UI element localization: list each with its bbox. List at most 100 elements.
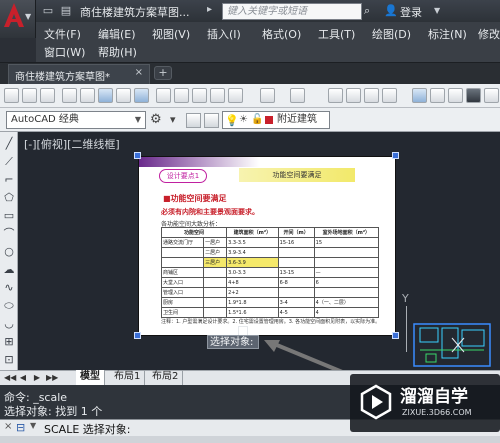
spline-icon[interactable]: ∿	[2, 281, 16, 295]
zoom-realtime-icon[interactable]	[346, 88, 361, 103]
menu-file[interactable]: 文件(F)	[44, 26, 81, 42]
watermark: 溜溜自学 ZIXUE.3D66.COM	[350, 374, 500, 432]
menu-modify[interactable]: 修改	[478, 26, 500, 42]
layer-select[interactable]: 💡 ☀ 🔓 附近建筑	[222, 111, 330, 129]
properties-icon[interactable]	[412, 88, 427, 103]
login-dropdown-icon[interactable]: ▼	[434, 6, 442, 16]
block-editor-icon[interactable]	[228, 88, 243, 103]
markup-icon[interactable]	[484, 88, 499, 103]
grip-handle[interactable]	[134, 332, 141, 339]
menu-tools[interactable]: 工具(T)	[318, 26, 355, 42]
open-file-icon[interactable]: ▤	[58, 3, 74, 19]
ellipse-arc-icon[interactable]: ◡	[2, 317, 16, 331]
watermark-url: ZIXUE.3D66.COM	[402, 408, 472, 417]
new-file-icon[interactable]: ▭	[40, 3, 56, 19]
menu-view[interactable]: 视图(V)	[152, 26, 190, 42]
workspace-select-value: AutoCAD 经典	[11, 114, 79, 125]
layer-properties-icon[interactable]	[186, 113, 201, 128]
application-menu-button[interactable]: ▼	[0, 0, 36, 38]
table-row: 二居户 3.9-3.4	[160, 247, 380, 258]
polygon-icon[interactable]: ⬠	[2, 191, 16, 205]
menu-format[interactable]: 格式(O)	[262, 26, 301, 42]
pan-icon[interactable]	[328, 88, 343, 103]
gear-icon[interactable]: ⚙	[150, 112, 166, 128]
grip-handle[interactable]	[392, 152, 399, 159]
menu-help[interactable]: 帮助(H)	[98, 44, 137, 60]
next-layout-icon[interactable]: ▶	[32, 372, 42, 383]
search-icon[interactable]: ⌕	[364, 4, 378, 18]
layer-color-swatch	[265, 116, 273, 124]
floor-plan-drawing[interactable]	[412, 318, 494, 370]
first-layout-icon[interactable]: ◀◀	[4, 372, 16, 383]
function-space-table: 功能空间 建筑面积（m²） 开间（m） 室外场地面积（m²） 通路交流门厅 一居…	[160, 227, 380, 318]
tab-layout2[interactable]: 布局2	[148, 370, 184, 385]
layer-states-icon[interactable]	[204, 113, 219, 128]
workspace-select[interactable]: AutoCAD 经典 ▼	[6, 111, 146, 129]
viewport-controls[interactable]: [-][俯视][二维线框]	[24, 136, 120, 152]
section-title: ■功能空间要满足	[163, 194, 227, 203]
line-icon[interactable]: ╱	[2, 137, 16, 151]
cut-icon[interactable]	[156, 88, 171, 103]
tab-model[interactable]: 模型	[76, 370, 105, 385]
tab-layout1[interactable]: 布局1	[110, 370, 146, 385]
make-block-icon[interactable]: ⊡	[2, 353, 16, 367]
3d-dwf-icon[interactable]	[134, 88, 149, 103]
menu-window[interactable]: 窗口(W)	[44, 44, 85, 60]
grip-handle[interactable]	[134, 152, 141, 159]
title-arrow-icon: ▸	[207, 4, 213, 15]
rectangle-icon[interactable]: ▭	[2, 209, 16, 223]
open-icon[interactable]	[22, 88, 37, 103]
undo-icon[interactable]	[260, 88, 275, 103]
plot-icon[interactable]	[116, 88, 131, 103]
zoom-window-icon[interactable]	[364, 88, 379, 103]
selection-tooltip: 选择对象:	[207, 335, 259, 349]
copy-icon[interactable]	[174, 88, 189, 103]
window-title: 商住楼建筑方案草图...	[80, 6, 190, 19]
close-icon[interactable]: ×	[135, 67, 143, 78]
publish-icon[interactable]	[98, 88, 113, 103]
new-tab-button[interactable]: +	[154, 66, 172, 80]
construction-line-icon[interactable]: ⟋	[2, 155, 16, 169]
document-tab-label: 商住楼建筑方案草图*	[15, 72, 110, 83]
match-properties-icon[interactable]	[210, 88, 225, 103]
tool-palettes-icon[interactable]	[448, 88, 463, 103]
menu-dimension[interactable]: 标注(N)	[428, 26, 467, 42]
paste-icon[interactable]	[192, 88, 207, 103]
menu-edit[interactable]: 编辑(E)	[98, 26, 136, 42]
sheet-set-icon[interactable]	[466, 88, 481, 103]
menu-draw[interactable]: 绘图(D)	[372, 26, 411, 42]
chevron-down-icon[interactable]: ▼	[30, 421, 36, 430]
inserted-document-image[interactable]: 设计要点1 功能空间要满足 ■功能空间要满足 必须有内院和主要景观面要求。 各功…	[138, 156, 396, 336]
design-center-icon[interactable]	[430, 88, 445, 103]
zoom-previous-icon[interactable]	[382, 88, 397, 103]
login-button[interactable]: 登录	[400, 4, 430, 19]
polyline-icon[interactable]: ⌐	[2, 173, 16, 187]
menu-insert[interactable]: 插入(I)	[207, 26, 241, 42]
arc-icon[interactable]: ⌒	[2, 227, 16, 241]
user-icon[interactable]: 👤	[384, 4, 398, 18]
table-row: 卫生间 1.5*1.6 4-5 4	[160, 307, 380, 318]
print-preview-icon[interactable]	[80, 88, 95, 103]
print-icon[interactable]	[62, 88, 77, 103]
grip-handle[interactable]	[392, 332, 399, 339]
save-icon[interactable]	[40, 88, 55, 103]
revision-cloud-icon[interactable]: ☁	[2, 263, 16, 277]
insert-block-icon[interactable]: ⊞	[2, 335, 16, 349]
search-input[interactable]: 键入关键字或短语	[222, 3, 362, 20]
workspace-dropdown-icon[interactable]: ▾	[170, 112, 184, 128]
chevron-down-icon: ▼	[134, 115, 141, 124]
status-bar	[0, 436, 500, 443]
table-row: 商铺区 3.0-3.3 13-15 —	[160, 267, 380, 278]
command-prompt-icon: ⊟	[16, 421, 26, 434]
redo-icon[interactable]	[290, 88, 305, 103]
close-icon[interactable]: ×	[4, 421, 12, 432]
previous-layout-icon[interactable]: ◀	[18, 372, 28, 383]
design-badge: 设计要点1	[159, 169, 207, 183]
ellipse-icon[interactable]: ⬭	[2, 299, 16, 313]
circle-icon[interactable]: ○	[2, 245, 16, 259]
last-layout-icon[interactable]: ▶▶	[46, 372, 58, 383]
document-tab[interactable]: 商住楼建筑方案草图* ×	[8, 64, 150, 84]
command-input[interactable]: SCALE 选择对象:	[44, 421, 130, 437]
new-icon[interactable]	[4, 88, 19, 103]
sun-icon: ☀	[239, 114, 248, 125]
